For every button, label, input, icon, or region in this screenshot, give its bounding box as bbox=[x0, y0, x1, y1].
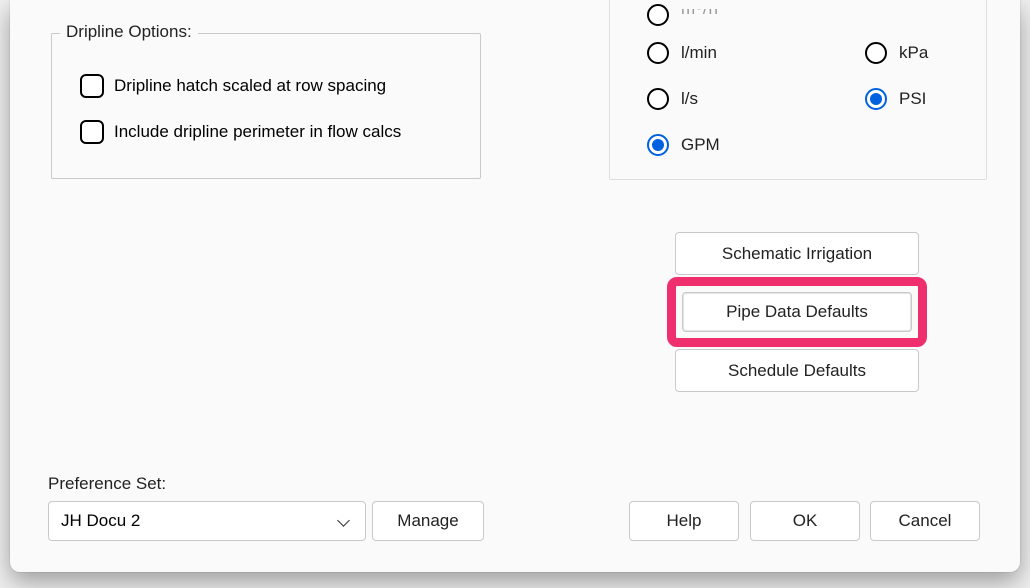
flow-unit-option-cutoff[interactable]: m³/h bbox=[647, 4, 719, 26]
flow-unit-option-lmin[interactable]: l/min bbox=[647, 42, 717, 64]
dripline-hatch-row[interactable]: Dripline hatch scaled at row spacing bbox=[80, 74, 386, 98]
pressure-unit-label: PSI bbox=[899, 89, 926, 109]
dripline-perimeter-row[interactable]: Include dripline perimeter in flow calcs bbox=[80, 120, 401, 144]
radio-icon[interactable] bbox=[647, 88, 669, 110]
dripline-hatch-label: Dripline hatch scaled at row spacing bbox=[114, 76, 386, 96]
dripline-options-group: Dripline Options: Dripline hatch scaled … bbox=[51, 33, 481, 179]
dripline-legend: Dripline Options: bbox=[60, 22, 198, 42]
pressure-unit-label: kPa bbox=[899, 43, 928, 63]
pipe-data-defaults-button[interactable]: Pipe Data Defaults bbox=[682, 292, 912, 332]
flow-unit-option-ls[interactable]: l/s bbox=[647, 88, 698, 110]
dialog-content: Dripline Options: Dripline hatch scaled … bbox=[10, 0, 1020, 572]
dripline-perimeter-label: Include dripline perimeter in flow calcs bbox=[114, 122, 401, 142]
preferences-dialog: Dripline Options: Dripline hatch scaled … bbox=[10, 0, 1020, 572]
flow-unit-label: l/s bbox=[681, 89, 698, 109]
preference-set-value: JH Docu 2 bbox=[61, 511, 140, 531]
dripline-hatch-checkbox[interactable] bbox=[80, 74, 104, 98]
flow-unit-option-gpm[interactable]: GPM bbox=[647, 134, 720, 156]
preference-set-select[interactable]: JH Docu 2 bbox=[48, 501, 366, 541]
radio-icon[interactable] bbox=[647, 134, 669, 156]
radio-icon[interactable] bbox=[865, 42, 887, 64]
pressure-unit-option-kpa[interactable]: kPa bbox=[865, 42, 928, 64]
cancel-button[interactable]: Cancel bbox=[870, 501, 980, 541]
highlight-annotation: Pipe Data Defaults bbox=[667, 277, 927, 347]
manage-button[interactable]: Manage bbox=[372, 501, 484, 541]
schedule-defaults-button[interactable]: Schedule Defaults bbox=[675, 349, 919, 392]
pressure-unit-option-psi[interactable]: PSI bbox=[865, 88, 926, 110]
radio-icon[interactable] bbox=[647, 4, 669, 26]
preference-set-label: Preference Set: bbox=[48, 474, 166, 494]
ok-button[interactable]: OK bbox=[750, 501, 860, 541]
flow-unit-label: m³/h bbox=[681, 9, 719, 21]
flow-unit-label: l/min bbox=[681, 43, 717, 63]
help-button[interactable]: Help bbox=[629, 501, 739, 541]
radio-icon[interactable] bbox=[865, 88, 887, 110]
radio-icon[interactable] bbox=[647, 42, 669, 64]
units-group: m³/h l/min l/s GPM kPa PSI bbox=[609, 0, 987, 180]
chevron-down-icon bbox=[337, 513, 353, 529]
flow-unit-label: GPM bbox=[681, 135, 720, 155]
schematic-irrigation-button[interactable]: Schematic Irrigation bbox=[675, 232, 919, 275]
dripline-perimeter-checkbox[interactable] bbox=[80, 120, 104, 144]
